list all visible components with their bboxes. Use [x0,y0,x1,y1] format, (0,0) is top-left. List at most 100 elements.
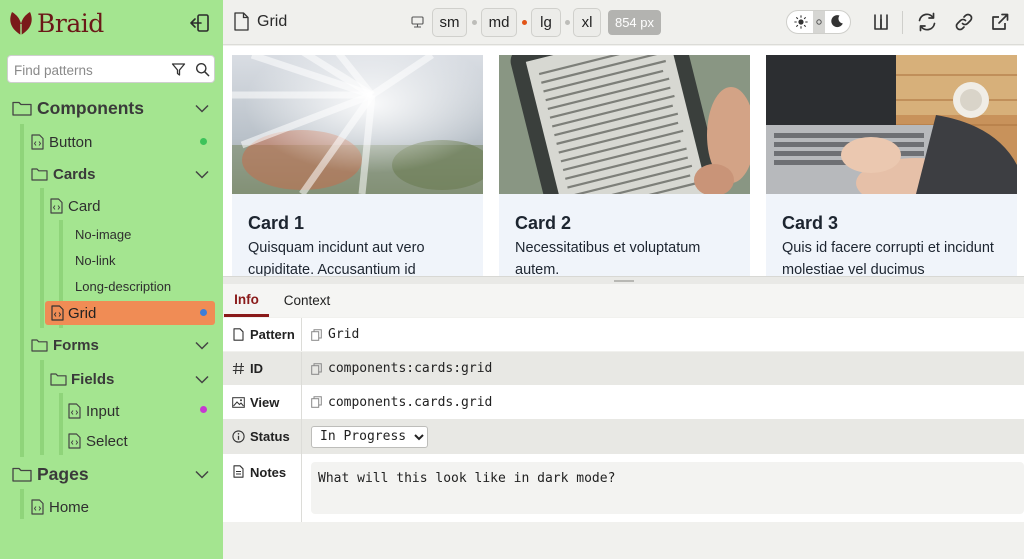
file-code-icon [50,198,63,214]
info-key: Pattern [223,318,302,351]
info-tabs: Info Context [223,284,1024,317]
external-link-icon[interactable] [990,12,1010,32]
info-key-label: View [250,394,280,410]
card[interactable]: Card 3 Quis id facere corrupti et incidu… [766,55,1017,276]
breakpoint-dot [565,20,570,25]
sidebar-item-label: Input [86,402,120,420]
sidebar-item-label: Card [68,197,101,215]
file-icon [233,328,244,341]
pattern-preview: Card 1 Quisquam incidunt aut vero cupidi… [223,46,1024,276]
sidebar-item-grid[interactable]: Grid [45,301,215,325]
sun-icon [794,15,808,29]
card-title: Card 2 [515,213,572,233]
ruler-icon[interactable] [871,12,891,32]
sidebar-item-no-image[interactable]: No-image [75,225,131,243]
file-text-icon [233,465,244,478]
refresh-icon[interactable] [916,12,938,32]
sidebar-item-select[interactable]: Select [68,431,193,451]
sidebar-item-button[interactable]: Button [31,132,211,152]
sidebar-item-pages[interactable]: Pages [12,463,217,485]
auto-theme-icon [816,19,822,25]
collapse-sidebar-icon[interactable] [188,12,210,34]
notes-textarea[interactable]: What will this look like in dark mode? [311,462,1024,514]
copy-icon[interactable] [311,328,322,341]
sidebar-item-label: Grid [68,304,97,322]
sidebar-item-home[interactable]: Home [31,497,191,517]
sidebar-item-forms[interactable]: Forms [31,335,217,355]
resize-grip [614,280,634,282]
chevron-down-icon[interactable] [195,341,209,350]
copy-icon[interactable] [311,396,322,408]
search-input[interactable] [14,60,164,80]
copy-icon[interactable] [311,362,322,375]
card-image [232,55,483,194]
chevron-down-icon[interactable] [195,375,209,384]
info-value: Grid [311,318,359,351]
folder-icon [31,339,48,352]
sidebar-item-label: Fields [71,370,115,388]
sidebar-item-label: Cards [53,165,96,183]
sidebar-item-label: Select [86,432,128,450]
pattern-search [7,55,215,83]
card-title: Card 1 [248,213,305,233]
viewport-width-readout: 854 px [608,10,661,35]
brand[interactable]: Braid [8,8,104,38]
chevron-down-icon[interactable] [195,104,209,113]
info-row-status: Status In Progress [223,419,1024,454]
tree-guide [20,124,24,457]
sidebar-item-label: No-link [75,252,116,268]
theme-toggle[interactable] [786,10,851,34]
app-name: Braid [37,8,104,38]
info-key: Status [223,419,302,454]
device-icon[interactable] [411,16,424,28]
sidebar-item-fields[interactable]: Fields [50,369,217,389]
card[interactable]: Card 1 Quisquam incidunt aut vero cupidi… [232,55,483,276]
chevron-down-icon[interactable] [195,470,209,479]
view-path-value: components.cards.grid [328,394,493,410]
info-key: View [223,385,302,419]
link-icon[interactable] [954,12,974,32]
tree-guide [20,489,24,519]
card-title: Card 3 [782,213,839,233]
info-row-view: View components.cards.grid [223,385,1024,419]
chevron-down-icon[interactable] [195,170,209,179]
sidebar-item-cards[interactable]: Cards [31,164,217,184]
sidebar-item-no-link[interactable]: No-link [75,251,115,269]
info-key-label: Status [250,429,290,444]
breakpoint-md-button[interactable]: md [481,8,517,37]
sidebar-item-label: Components [37,97,144,118]
breakpoint-xl-button[interactable]: xl [573,8,601,37]
breakpoint-sm-button[interactable]: sm [432,8,467,37]
search-icon[interactable] [195,62,210,77]
sidebar-item-label: Pages [37,463,89,484]
status-select[interactable]: In Progress [311,425,428,448]
card-description: Necessitatibus et voluptatum autem. [515,240,701,276]
info-circle-icon [232,430,245,443]
card[interactable]: Card 2 Necessitatibus et voluptatum aute… [499,55,750,276]
sidebar-item-card[interactable]: Card [50,196,200,216]
folder-icon [50,373,67,386]
page-title: Grid [257,13,288,30]
file-code-icon [68,403,81,419]
file-code-icon [51,305,64,321]
folder-icon [12,467,32,482]
file-code-icon [31,499,44,515]
folder-icon [12,101,32,116]
info-row-notes: Notes What will this look like in dark m… [223,454,1024,522]
tree-guide [40,360,44,455]
leaf-logo-icon [10,12,32,35]
card-description: Quisquam incidunt aut vero cupiditate. A… [248,240,425,276]
tab-info[interactable]: Info [224,284,269,317]
info-value: components.cards.grid [311,385,492,419]
info-key-label: Notes [250,465,287,480]
info-value: In Progress [311,419,428,454]
sidebar-item-long-description[interactable]: Long-description [75,277,171,295]
sidebar-item-components[interactable]: Components [12,97,217,119]
breakpoint-lg-button[interactable]: lg [531,8,561,37]
info-key-label: ID [250,361,263,376]
filter-icon[interactable] [171,62,186,77]
status-dot [200,309,207,316]
tab-context[interactable]: Context [279,284,335,317]
sidebar-item-input[interactable]: Input [68,401,193,421]
panel-resizer[interactable] [223,276,1024,284]
